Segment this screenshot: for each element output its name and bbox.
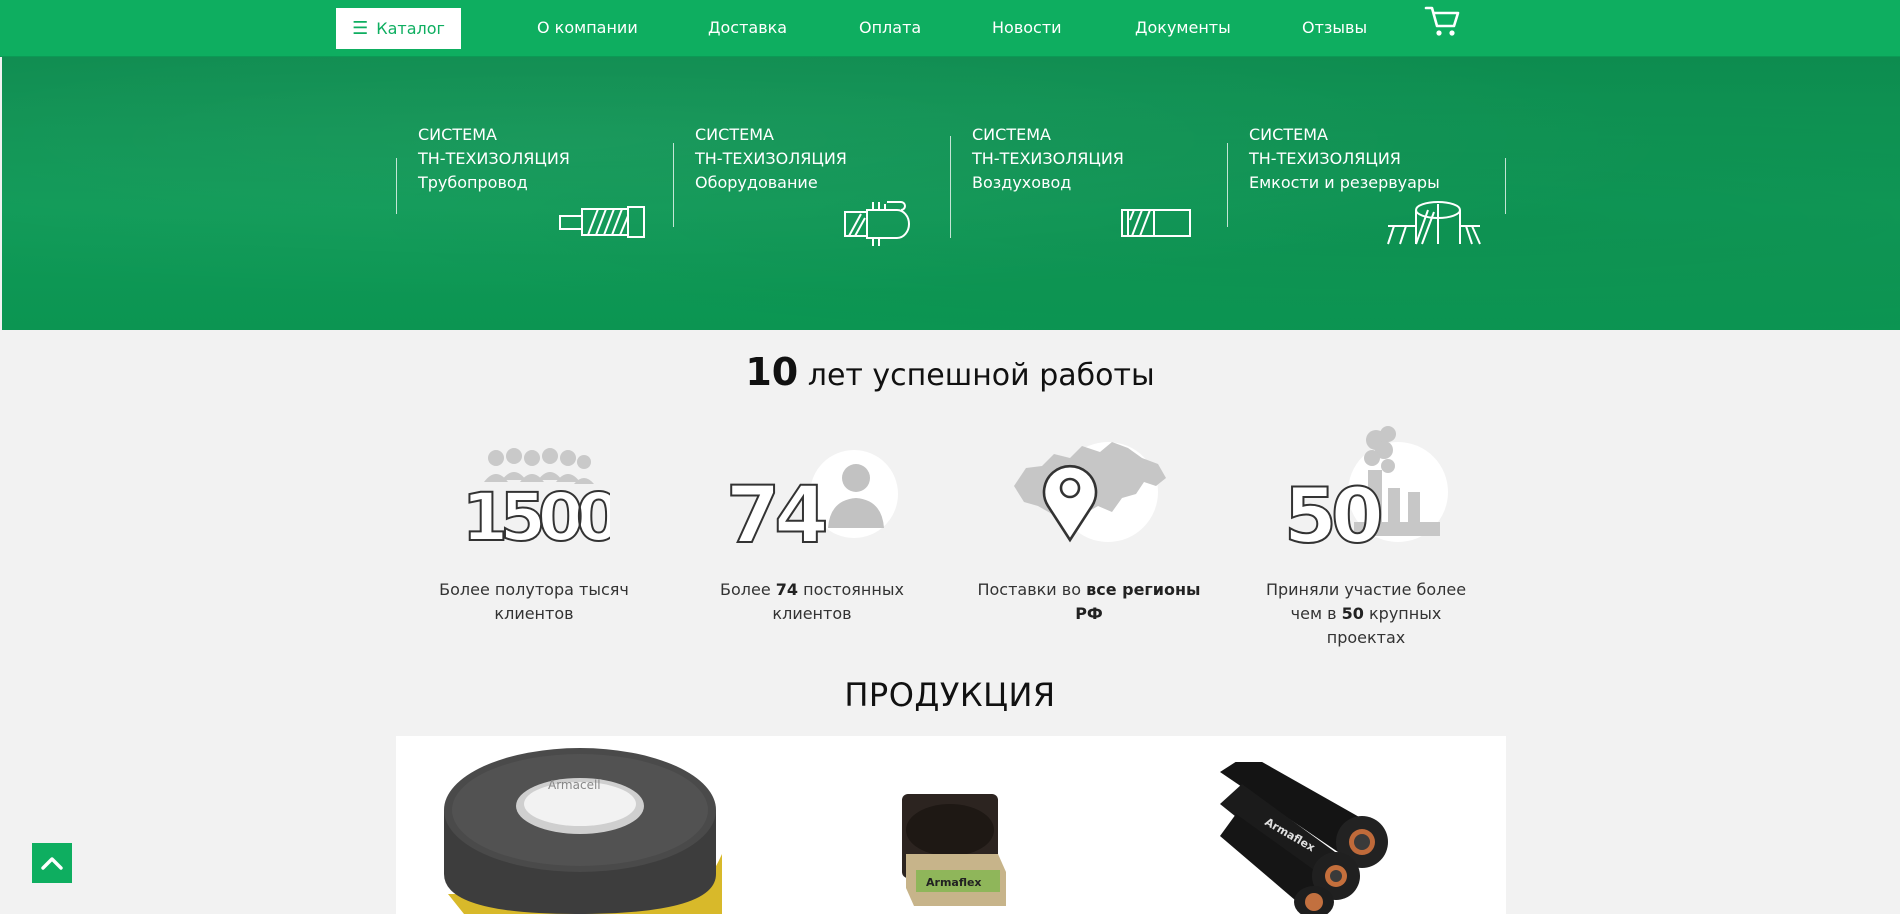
stats-heading: 10 лет успешной работы [0,350,1900,394]
system-tanks-link[interactable]: СИСТЕМА ТН-ТЕХИЗОЛЯЦИЯ Емкости и резерву… [1249,123,1440,195]
divider [950,136,951,238]
system-pipeline-link[interactable]: СИСТЕМА ТН-ТЕХИЗОЛЯЦИЯ Трубопровод [418,123,570,195]
catalog-button[interactable]: ☰ Каталог [336,8,461,49]
projects-50-illustration: 50 [1284,426,1448,548]
svg-text:1500: 1500 [462,479,610,548]
clients-74-illustration: 74 [726,450,898,548]
svg-text:50: 50 [1284,471,1381,548]
caption-bold: 74 [775,580,799,599]
caption-text: Более полутора тысяч клиентов [439,580,629,623]
nav-link-about[interactable]: О компании [537,18,638,37]
stat-caption-projects: Приняли участие более чем в 50 крупных п… [1254,578,1478,650]
nav-link-reviews[interactable]: Отзывы [1302,18,1367,37]
caption-text: Поставки во [977,580,1087,599]
tank-icon [1387,201,1481,245]
product-tape-roll[interactable]: Armacell [434,744,728,914]
top-navigation-bar: ☰ Каталог О компании Доставка Оплата Нов… [0,0,1900,57]
system-brand: ТН-ТЕХИЗОЛЯЦИЯ [1249,149,1401,168]
caption-bold: все регионы РФ [1075,580,1201,623]
nav-link-delivery[interactable]: Доставка [708,18,787,37]
divider [1227,143,1228,227]
russia-map-pin-illustration [1014,442,1166,543]
equipment-icon [844,201,910,246]
system-title: СИСТЕМА [1249,125,1328,144]
stat-caption-regions: Поставки во все регионы РФ [969,578,1209,626]
system-category: Оборудование [695,173,818,192]
system-category: Трубопровод [418,173,528,192]
caption-text: Более [720,580,776,599]
chevron-up-icon [41,857,63,870]
menu-icon: ☰ [352,17,369,39]
system-title: СИСТЕМА [972,125,1051,144]
product-insulation-tubes[interactable]: Armaflex [1218,762,1424,914]
product-sheet-box[interactable]: Armaflex [888,788,1018,912]
system-duct-link[interactable]: СИСТЕМА ТН-ТЕХИЗОЛЯЦИЯ Воздуховод [972,123,1124,195]
product-brand-label: Armaflex [926,876,982,889]
system-category: Воздуховод [972,173,1072,192]
product-brand-label: Armacell [548,778,601,792]
years-number: 10 [745,350,799,394]
svg-text:74: 74 [726,471,825,548]
system-brand: ТН-ТЕХИЗОЛЯЦИЯ [972,149,1124,168]
stat-caption-regular-clients: Более 74 постоянных клиентов [692,578,932,626]
customers-1500-illustration: 1500 [461,448,610,548]
divider [673,143,674,227]
caption-bold: 50 [1341,604,1364,623]
system-title: СИСТЕМА [418,125,497,144]
nav-link-news[interactable]: Новости [992,18,1062,37]
system-equipment-link[interactable]: СИСТЕМА ТН-ТЕХИЗОЛЯЦИЯ Оборудование [695,123,847,195]
nav-link-documents[interactable]: Документы [1135,18,1231,37]
products-heading: ПРОДУКЦИЯ [844,676,1056,714]
system-title: СИСТЕМА [695,125,774,144]
divider [396,158,397,214]
system-brand: ТН-ТЕХИЗОЛЯЦИЯ [418,149,570,168]
catalog-label: Каталог [376,19,445,38]
system-brand: ТН-ТЕХИЗОЛЯЦИЯ [695,149,847,168]
years-text: лет успешной работы [807,358,1155,393]
stat-caption-customers: Более полутора тысяч клиентов [414,578,654,626]
divider [1505,158,1506,214]
nav-link-payment[interactable]: Оплата [859,18,921,37]
system-category: Емкости и резервуары [1249,173,1440,192]
cart-icon[interactable] [1424,4,1460,38]
duct-icon [1121,209,1191,237]
scroll-to-top-button[interactable] [32,843,72,883]
products-carousel: Armacell Armaflex Armaflex [396,736,1506,914]
pipe-icon [559,206,645,238]
hero-banner [2,57,1900,330]
